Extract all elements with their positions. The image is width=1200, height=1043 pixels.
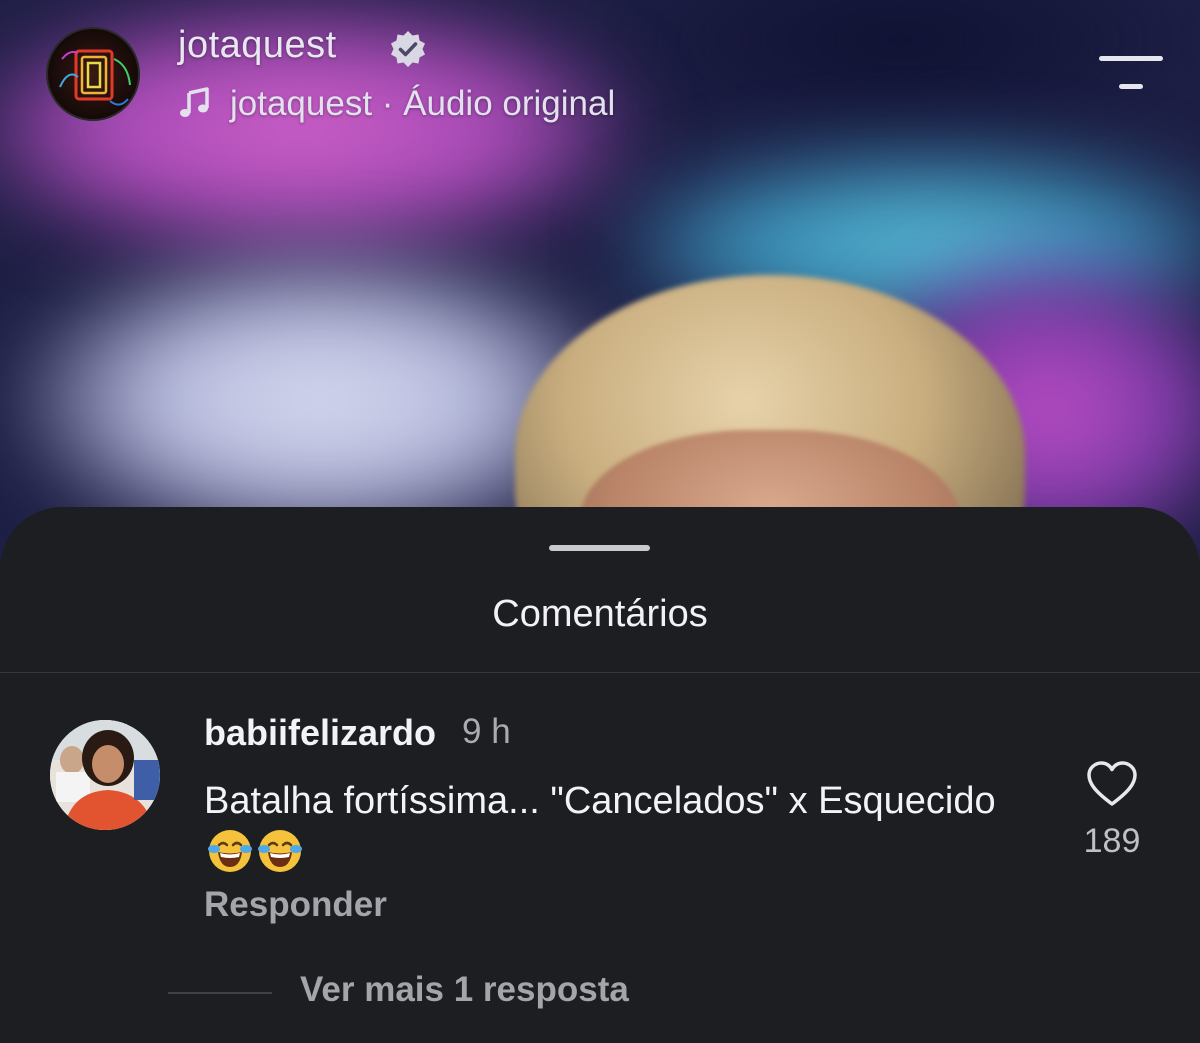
comment-text: Batalha fortíssima... "Cancelados" x Esq… <box>204 780 996 822</box>
reel-header: jotaquest jotaquest · Áudio original <box>0 0 1200 140</box>
like-count: 189 <box>1083 822 1141 860</box>
audio-source[interactable]: jotaquest · Áudio original <box>230 84 615 124</box>
menu-icon[interactable] <box>1099 56 1163 92</box>
heart-icon[interactable] <box>1086 760 1138 808</box>
view-more-replies-button[interactable]: Ver mais 1 resposta <box>300 970 629 1010</box>
comment-body: Batalha fortíssima... "Cancelados" x Esq… <box>204 775 1024 881</box>
sheet-title: Comentários <box>492 593 708 635</box>
jotaquest-logo-avatar <box>59 49 131 106</box>
sheet-drag-handle[interactable] <box>549 545 650 551</box>
verified-badge-icon <box>391 31 425 67</box>
commenter-username[interactable]: babiifelizardo <box>204 712 436 754</box>
profile-avatar[interactable] <box>46 27 140 121</box>
commenter-avatar[interactable] <box>50 720 160 830</box>
music-note-icon <box>180 87 209 117</box>
commenter-photo <box>50 720 160 830</box>
account-username[interactable]: jotaquest <box>178 24 337 67</box>
tears-of-joy-emoji-icon <box>258 830 302 872</box>
divider <box>0 672 1200 673</box>
reply-button[interactable]: Responder <box>204 885 387 925</box>
replies-divider-line <box>168 992 272 994</box>
comments-sheet: Comentários babiifelizardo 9 h Batalha f… <box>0 507 1200 1043</box>
comment-timestamp: 9 h <box>462 712 511 751</box>
tears-of-joy-emoji-icon <box>208 830 252 872</box>
